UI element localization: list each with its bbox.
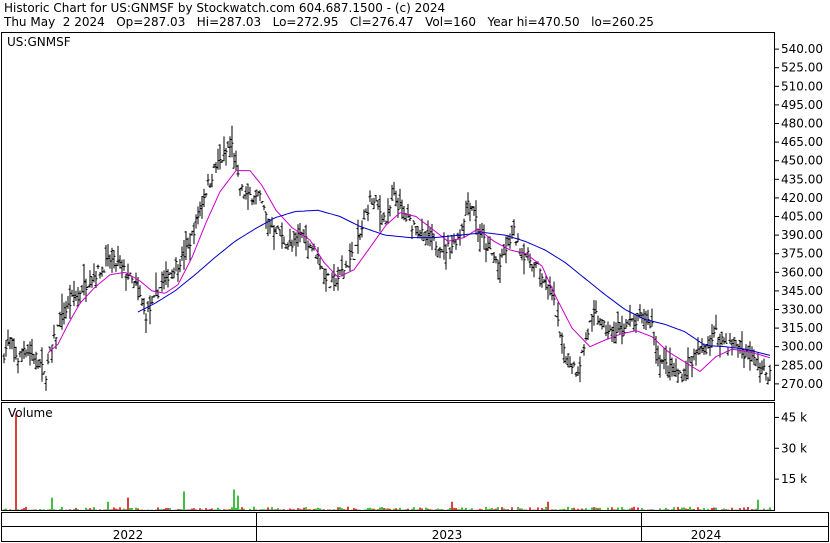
price-tick-label: 375.00 — [781, 247, 823, 261]
year-label: 2023 — [432, 528, 463, 542]
price-tick-label: 510.00 — [781, 79, 823, 93]
price-tick-label: 450.00 — [781, 154, 823, 168]
price-tick-label: 300.00 — [781, 340, 823, 354]
price-tick-label: 270.00 — [781, 377, 823, 391]
price-bars — [2, 125, 772, 391]
price-tick-label: 330.00 — [781, 302, 823, 316]
volume-axis: 15 k 30 k 45 k — [775, 410, 807, 486]
price-tick-label: 405.00 — [781, 210, 823, 224]
price-tick-label: 285.00 — [781, 358, 823, 372]
volume-tick-label: 30 k — [781, 441, 807, 455]
price-tick-label: 465.00 — [781, 135, 823, 149]
price-tick-label: 480.00 — [781, 117, 823, 131]
price-tick-label: 540.00 — [781, 42, 823, 56]
volume-tick-label: 45 k — [781, 410, 807, 424]
time-axis-labels: 2022 2023 2024 — [113, 528, 722, 542]
price-tick-label: 390.00 — [781, 228, 823, 242]
year-label: 2022 — [113, 528, 144, 542]
price-tick-label: 315.00 — [781, 321, 823, 335]
long-moving-average-line — [137, 209, 771, 356]
volume-panel-frame — [1, 402, 775, 511]
price-tick-label: 435.00 — [781, 172, 823, 186]
price-volume-chart: US:GNMSF 540.00 525.00 510.00 495.00 480.00 4… — [1, 32, 829, 542]
chart-window: Historic Chart for US:GNMSF by Stockwatc… — [0, 0, 830, 543]
price-tick-label: 420.00 — [781, 191, 823, 205]
price-tick-label: 360.00 — [781, 265, 823, 279]
short-moving-average-line — [47, 170, 771, 373]
volume-label: Volume — [8, 406, 53, 420]
price-tick-label: 525.00 — [781, 61, 823, 75]
price-tick-label: 345.00 — [781, 284, 823, 298]
symbol-label: US:GNMSF — [7, 35, 71, 49]
volume-tick-label: 15 k — [781, 472, 807, 486]
price-axis: 540.00 525.00 510.00 495.00 480.00 465.00 450.… — [775, 42, 823, 391]
year-label: 2024 — [691, 528, 722, 542]
price-tick-label: 495.00 — [781, 98, 823, 112]
volume-bars — [3, 413, 771, 510]
